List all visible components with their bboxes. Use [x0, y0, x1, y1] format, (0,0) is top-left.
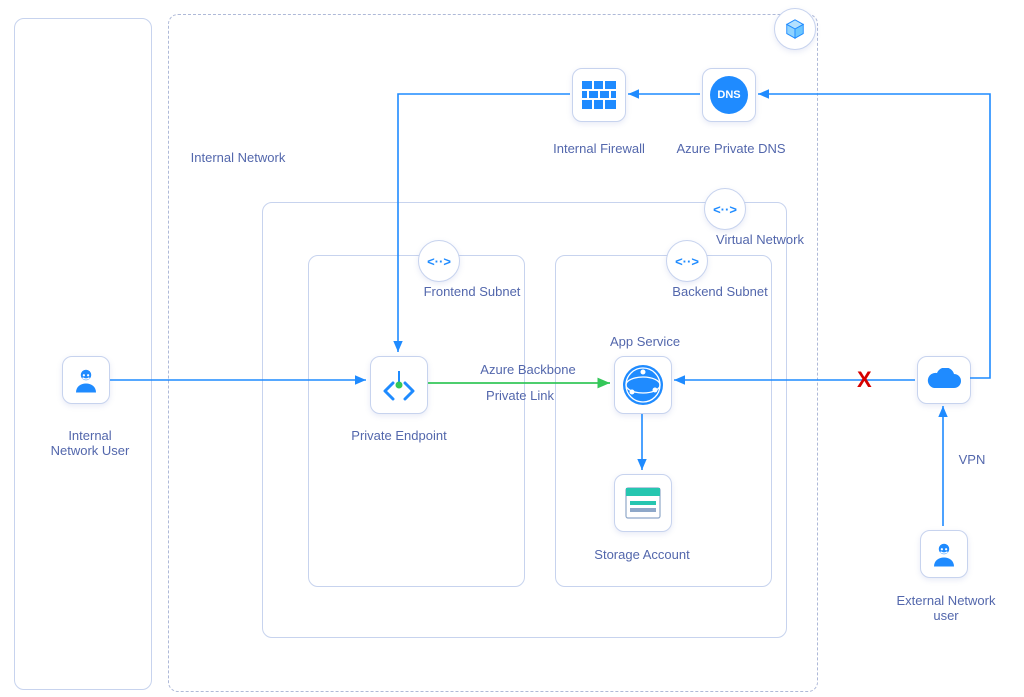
frontend-subnet-box	[308, 255, 525, 587]
private-dns-label: Azure Private DNS	[666, 141, 796, 156]
internal-network-label: Internal Network	[178, 150, 298, 165]
private-link-label: Private Link	[470, 388, 570, 403]
private-dns-card: DNS	[702, 68, 756, 122]
cube-icon	[784, 18, 806, 40]
firewall-icon	[582, 81, 616, 109]
vnet-brackets-icon: <··>	[427, 254, 451, 269]
internal-user-card	[62, 356, 110, 404]
external-user-label: External Networkuser	[886, 593, 1006, 623]
cloud-icon	[926, 368, 962, 392]
private-endpoint-icon	[379, 365, 419, 405]
external-user-card	[920, 530, 968, 578]
blocked-marker: X	[857, 367, 872, 393]
app-service-icon	[623, 365, 663, 405]
vnet-brackets-icon: <··>	[713, 202, 737, 217]
internal-firewall-card	[572, 68, 626, 122]
person-icon	[71, 365, 101, 395]
app-service-label: App Service	[600, 334, 690, 349]
cloud-card	[917, 356, 971, 404]
backend-subnet-label: Backend Subnet	[660, 284, 780, 299]
storage-account-icon	[625, 487, 661, 519]
frontend-subnet-label: Frontend Subnet	[412, 284, 532, 299]
backend-subnet-badge: <··>	[666, 240, 708, 282]
diagram-canvas: Internal Network <··> Virtual Network <·…	[0, 0, 1024, 697]
internal-network-box	[14, 18, 152, 690]
storage-account-label: Storage Account	[582, 547, 702, 562]
private-endpoint-card	[370, 356, 428, 414]
vpn-label: VPN	[952, 452, 992, 467]
storage-account-card	[614, 474, 672, 532]
azure-backbone-label: Azure Backbone	[468, 362, 588, 377]
vnet-badge: <··>	[704, 188, 746, 230]
private-endpoint-label: Private Endpoint	[344, 428, 454, 443]
virtual-network-label: Virtual Network	[700, 232, 820, 247]
internal-firewall-label: Internal Firewall	[544, 141, 654, 156]
cube-badge	[774, 8, 816, 50]
frontend-subnet-badge: <··>	[418, 240, 460, 282]
internal-user-label: InternalNetwork User	[42, 428, 138, 458]
vnet-brackets-icon: <··>	[675, 254, 699, 269]
backend-subnet-box	[555, 255, 772, 587]
dns-icon: DNS	[710, 76, 748, 114]
app-service-card	[614, 356, 672, 414]
person-icon	[929, 539, 959, 569]
